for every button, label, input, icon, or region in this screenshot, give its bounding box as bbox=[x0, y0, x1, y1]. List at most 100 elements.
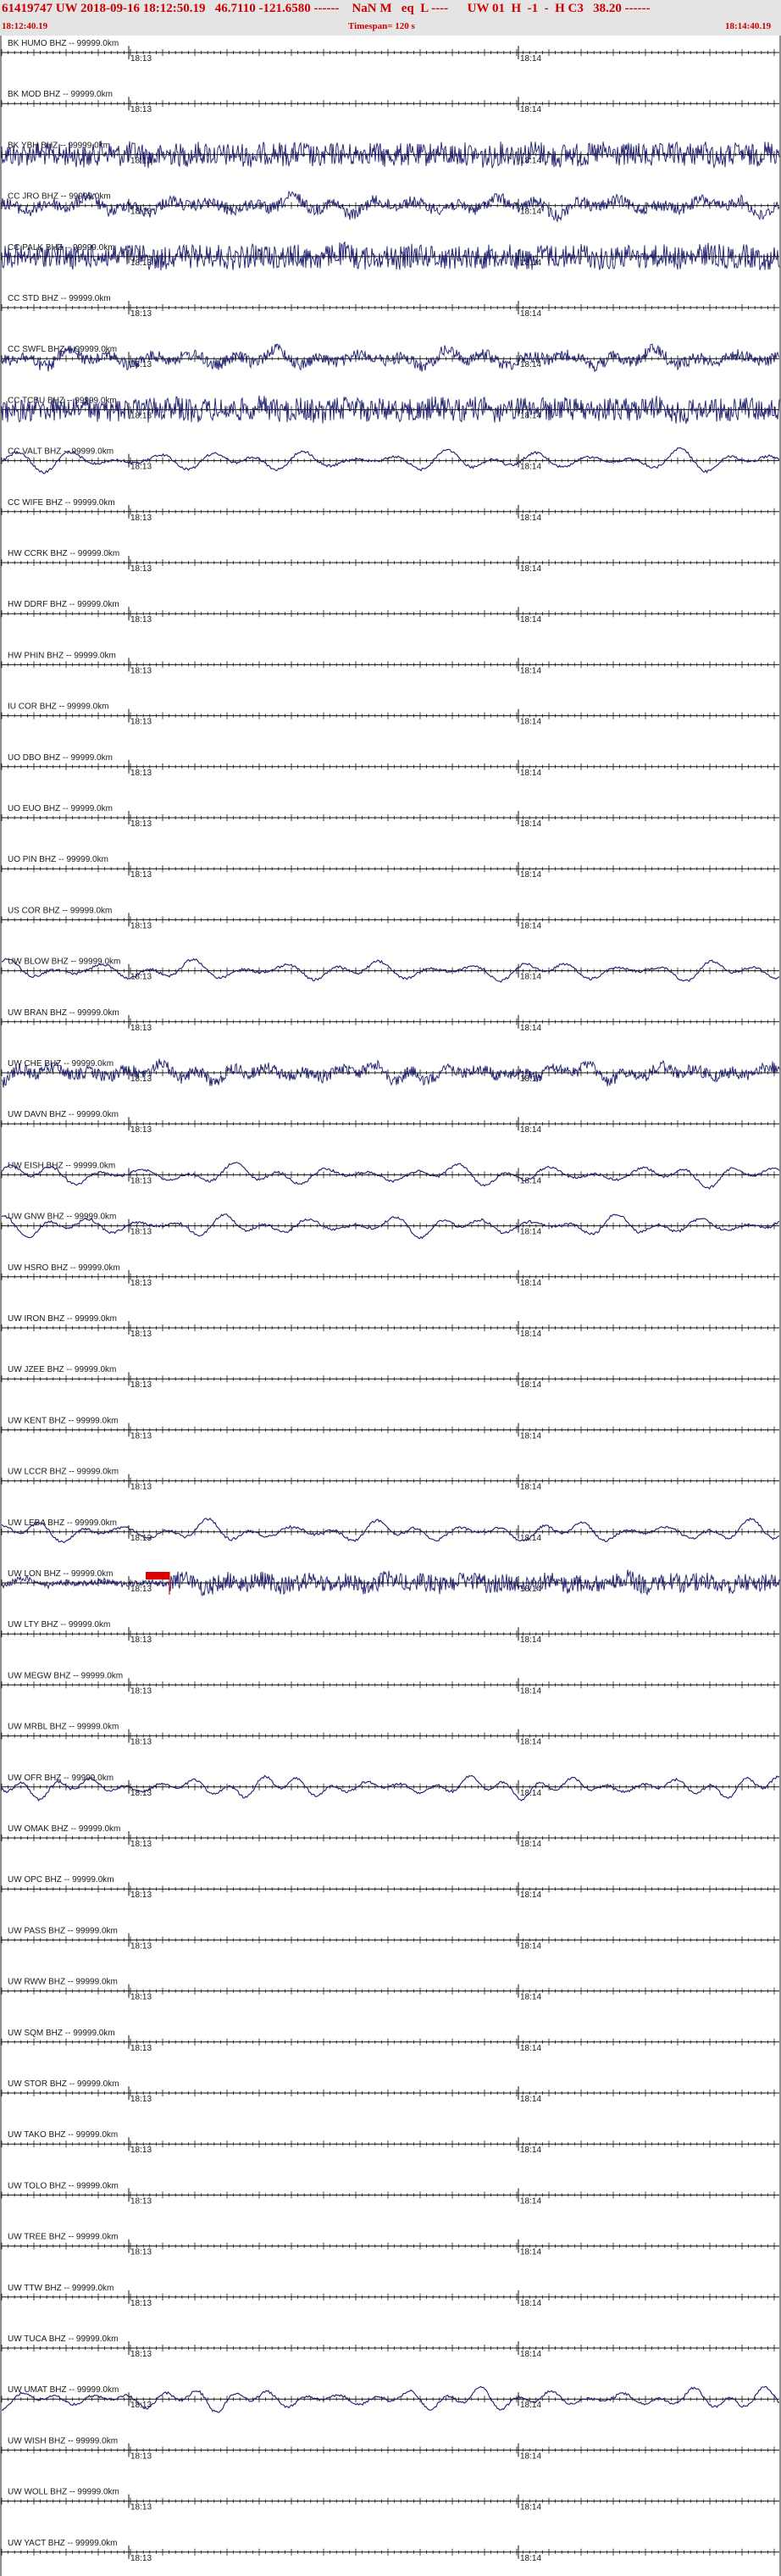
minute-label: 18:14 bbox=[520, 309, 541, 319]
station-row: UW TTW BHZ -- 99999.0km 18:13 18:14 bbox=[1, 2284, 779, 2308]
station-label: UW TOLO BHZ -- 99999.0km bbox=[8, 2181, 119, 2190]
minute-label: 18:14 bbox=[520, 1380, 541, 1390]
minute-label: 18:14 bbox=[520, 769, 541, 778]
station-row: UW JZEE BHZ -- 99999.0km 18:13 18:14 bbox=[1, 1365, 779, 1390]
end-time: 18:14:40.19 bbox=[725, 21, 772, 31]
axis-ticks bbox=[1, 2497, 775, 2505]
station-row: UW OFR BHZ -- 99999.0km18:13 18:14 bbox=[1, 1774, 780, 1802]
minute-label: 18:14 bbox=[520, 2095, 541, 2104]
minute-label: 18:13 bbox=[130, 666, 152, 675]
axis-ticks bbox=[1, 610, 775, 618]
station-row: UO EUO BHZ -- 99999.0km 18:13 18:14 bbox=[1, 804, 779, 829]
axis-ticks bbox=[1, 2345, 775, 2351]
minute-label: 18:13 bbox=[130, 1380, 152, 1390]
station-row: UW STOR BHZ -- 99999.0km 18:13 18:14 bbox=[1, 2079, 779, 2104]
station-label: UW HSRO BHZ -- 99999.0km bbox=[8, 1263, 120, 1273]
minute-label: 18:13 bbox=[130, 54, 152, 64]
axis-ticks bbox=[1, 1018, 775, 1025]
station-label: IU COR BHZ -- 99999.0km bbox=[8, 702, 108, 712]
station-label: UW LCCR BHZ -- 99999.0km bbox=[8, 1468, 119, 1477]
axis-ticks bbox=[1, 1732, 775, 1740]
station-row: UW RWW BHZ -- 99999.0km 18:13 18:14 bbox=[1, 1978, 779, 2002]
minute-label: 18:14 bbox=[520, 666, 541, 675]
axis-ticks bbox=[1, 2242, 775, 2250]
minute-label: 18:14 bbox=[520, 1534, 541, 1543]
axis-ticks bbox=[1, 2191, 775, 2199]
minute-label: 18:14 bbox=[520, 2146, 541, 2155]
axis-ticks bbox=[1, 1375, 775, 1383]
station-row: UW SQM BHZ -- 99999.0km 18:13 18:14 bbox=[1, 2029, 779, 2053]
station-label: UO PIN BHZ -- 99999.0km bbox=[8, 855, 108, 864]
station-label: UW STOR BHZ -- 99999.0km bbox=[8, 2079, 119, 2089]
station-label: US COR BHZ -- 99999.0km bbox=[8, 906, 112, 915]
minute-label: 18:13 bbox=[130, 1941, 152, 1951]
minute-label: 18:14 bbox=[520, 258, 541, 268]
minute-label: 18:14 bbox=[520, 615, 541, 625]
station-label: BK MOD BHZ -- 99999.0km bbox=[8, 90, 113, 99]
minute-label: 18:14 bbox=[520, 1840, 541, 1849]
minute-label: 18:14 bbox=[520, 2248, 541, 2257]
waveform-trace bbox=[1, 1774, 780, 1802]
station-row: UW OPC BHZ -- 99999.0km 18:13 18:14 bbox=[1, 1875, 779, 1900]
station-row: UW CHE BHZ -- 99999.0km18:13 18:14 bbox=[1, 1058, 780, 1088]
axis-ticks bbox=[1, 967, 775, 974]
minute-label: 18:14 bbox=[520, 1686, 541, 1696]
waveform-trace bbox=[1, 1162, 780, 1190]
axis-ticks bbox=[1, 712, 775, 719]
minute-label: 18:13 bbox=[130, 1585, 152, 1594]
axis-ticks bbox=[1, 304, 775, 311]
minute-label: 18:14 bbox=[520, 105, 541, 114]
minute-label: 18:13 bbox=[130, 105, 152, 114]
station-label: UW LTY BHZ -- 99999.0km bbox=[8, 1620, 110, 1629]
axis-ticks bbox=[1, 1426, 775, 1434]
station-label: UW WOLL BHZ -- 99999.0km bbox=[8, 2488, 119, 2497]
station-row: CC SWFL BHZ -- 99999.0km18:13 18:14 bbox=[1, 343, 780, 373]
minute-label: 18:13 bbox=[130, 1330, 152, 1339]
minute-label: 18:14 bbox=[520, 2451, 541, 2461]
waveform-trace bbox=[1, 190, 780, 224]
minute-label: 18:14 bbox=[520, 564, 541, 574]
minute-label: 18:13 bbox=[130, 1890, 152, 1900]
station-label: UW PASS BHZ -- 99999.0km bbox=[8, 1926, 118, 1935]
minute-label: 18:14 bbox=[520, 2350, 541, 2359]
minute-label: 18:14 bbox=[520, 156, 541, 165]
station-label: UW IRON BHZ -- 99999.0km bbox=[8, 1314, 117, 1324]
axis-ticks bbox=[1, 916, 775, 924]
minute-label: 18:14 bbox=[520, 1431, 541, 1441]
axis-ticks bbox=[1, 763, 775, 770]
station-row: UW YACT BHZ -- 99999.0km 18:13 18:14 bbox=[1, 2539, 779, 2563]
axis-ticks bbox=[1, 1477, 775, 1485]
axis-ticks bbox=[1, 559, 775, 566]
station-row: UW LCCR BHZ -- 99999.0km 18:13 18:14 bbox=[1, 1468, 779, 1492]
axis-ticks bbox=[1, 1681, 775, 1689]
station-row: CC JRO BHZ -- 99999.0km18:13 18:14 bbox=[1, 190, 780, 224]
station-label: UW TUCA BHZ -- 99999.0km bbox=[8, 2334, 118, 2344]
station-label: UO DBO BHZ -- 99999.0km bbox=[8, 753, 113, 763]
axis-ticks bbox=[1, 1987, 775, 1995]
station-label: HW PHIN BHZ -- 99999.0km bbox=[8, 651, 116, 660]
station-row: BK MOD BHZ -- 99999.0km 18:13 18:14 bbox=[1, 90, 779, 114]
station-row: IU COR BHZ -- 99999.0km 18:13 18:14 bbox=[1, 702, 779, 727]
station-row: HW CCRK BHZ -- 99999.0km 18:13 18:14 bbox=[1, 549, 779, 574]
station-row: UW HSRO BHZ -- 99999.0km 18:13 18:14 bbox=[1, 1263, 779, 1288]
axis-ticks bbox=[1, 508, 775, 515]
station-label: UW OMAK BHZ -- 99999.0km bbox=[8, 1824, 120, 1834]
waveform-trace bbox=[1, 343, 780, 373]
axis-ticks bbox=[1, 865, 775, 873]
station-row: UW WOLL BHZ -- 99999.0km 18:13 18:14 bbox=[1, 2488, 779, 2512]
axis-ticks bbox=[1, 661, 775, 669]
minute-label: 18:13 bbox=[130, 921, 152, 930]
station-label: UW TTW BHZ -- 99999.0km bbox=[8, 2284, 114, 2293]
axis-ticks bbox=[1, 1936, 775, 1944]
station-row: UW DAVN BHZ -- 99999.0km 18:13 18:14 bbox=[1, 1110, 779, 1135]
station-label: UW LON BHZ -- 99999.0km bbox=[8, 1569, 113, 1579]
seismogram-plot: BK HUMO BHZ -- 99999.0km18:13 18:14BK MOD… bbox=[0, 36, 781, 2576]
station-row: UW LEBA BHZ -- 99999.0km18:13 18:14 bbox=[1, 1517, 780, 1544]
station-row: UW WISH BHZ -- 99999.0km 18:13 18:14 bbox=[1, 2436, 779, 2461]
minute-label: 18:13 bbox=[130, 514, 152, 523]
axis-ticks bbox=[1, 1120, 775, 1128]
minute-label: 18:14 bbox=[520, 2044, 541, 2053]
minute-label: 18:13 bbox=[130, 2044, 152, 2053]
minute-label: 18:14 bbox=[520, 1483, 541, 1492]
station-row: HW DDRF BHZ -- 99999.0km 18:13 18:14 bbox=[1, 600, 779, 625]
